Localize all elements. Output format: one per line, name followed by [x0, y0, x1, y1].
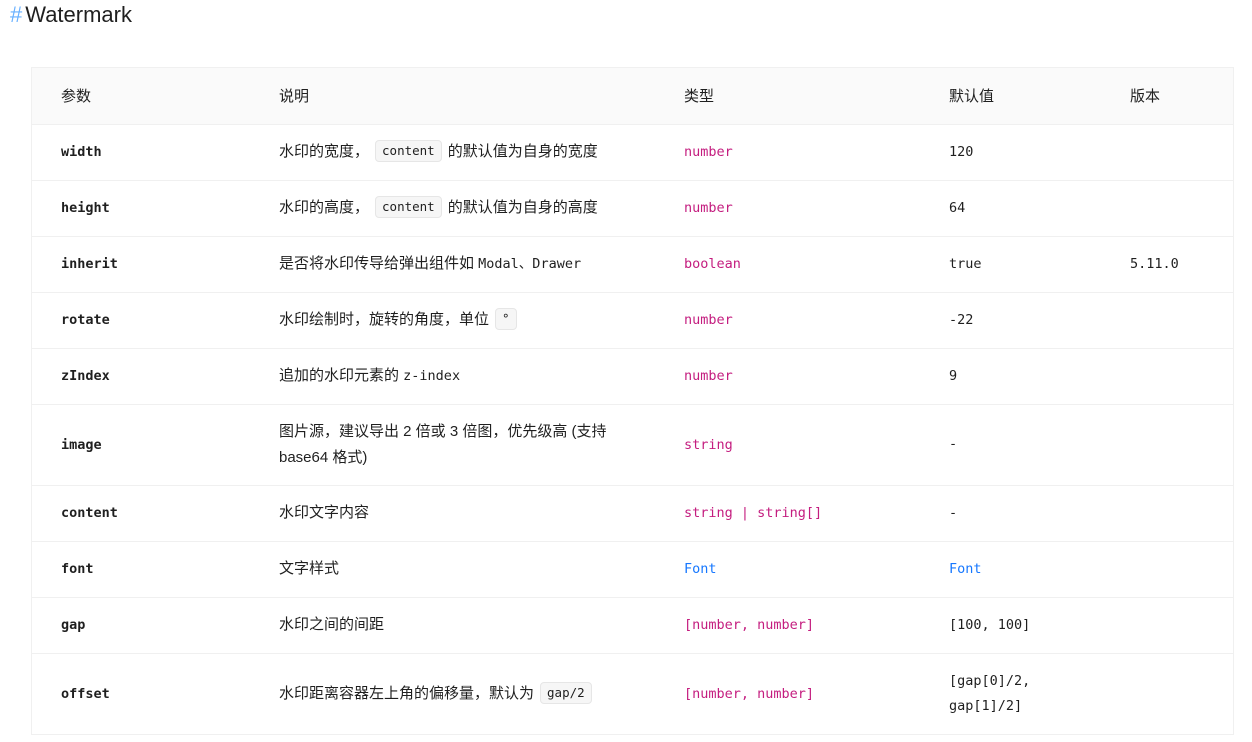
- default-cell: -: [940, 485, 1121, 542]
- default-cell: [100, 100]: [940, 597, 1121, 654]
- desc-text: 图片源，建议导出 2 倍或 3 倍图，优先级高 (支持 base64 格式): [279, 422, 607, 466]
- desc-text: 水印之间的间距: [279, 616, 385, 633]
- desc-text: 水印的高度，: [279, 199, 370, 216]
- version-cell: [1121, 124, 1233, 181]
- param-cell: image: [32, 404, 248, 486]
- font-default-link[interactable]: Font: [949, 561, 982, 577]
- version-cell: [1121, 597, 1233, 654]
- header-type: 类型: [675, 68, 940, 125]
- desc-text: 水印距离容器左上角的偏移量，默认为: [279, 684, 535, 702]
- table-row: height 水印的高度， content 的默认值为自身的高度 number 64: [32, 180, 1233, 237]
- desc-text: 水印文字内容: [279, 504, 370, 521]
- type-cell: number: [675, 180, 940, 237]
- desc-text: 水印绘制时，旋转的角度，单位: [279, 311, 490, 328]
- default-cell: 120: [940, 124, 1121, 181]
- desc-cell: 追加的水印元素的 z-index: [248, 348, 675, 405]
- param-cell: zIndex: [32, 348, 248, 405]
- api-table: 参数 说明 类型 默认值 版本 width 水印的宽度， content 的默认值为…: [31, 67, 1234, 735]
- table-header-row: 参数 说明 类型 默认值 版本: [32, 68, 1233, 125]
- default-cell: 9: [940, 348, 1121, 405]
- heading-anchor-link[interactable]: #: [10, 2, 22, 27]
- type-cell: Font: [675, 541, 940, 598]
- desc-cell: 水印的宽度， content 的默认值为自身的宽度: [248, 124, 675, 181]
- type-cell: number: [675, 124, 940, 181]
- param-cell: gap: [32, 597, 248, 654]
- header-default: 默认值: [940, 68, 1121, 125]
- param-cell: inherit: [32, 236, 248, 293]
- table-row: gap 水印之间的间距 [number, number] [100, 100]: [32, 597, 1233, 654]
- param-cell: font: [32, 541, 248, 598]
- section-heading: # Watermark: [10, 2, 132, 28]
- version-cell: [1121, 180, 1233, 237]
- desc-text: 是否将水印传导给弹出组件如: [279, 255, 479, 272]
- param-cell: offset: [32, 653, 248, 735]
- inline-code: content: [375, 196, 442, 218]
- desc-mono-text: z-index: [403, 368, 461, 384]
- desc-cell: 水印绘制时，旋转的角度，单位 °: [248, 292, 675, 349]
- type-cell: [number, number]: [675, 597, 940, 654]
- type-cell: string: [675, 404, 940, 486]
- default-cell: -: [940, 404, 1121, 486]
- header-param: 参数: [32, 68, 248, 125]
- desc-text: 的默认值为自身的高度: [447, 199, 598, 216]
- table-row: rotate 水印绘制时，旋转的角度，单位 ° number -22: [32, 292, 1233, 349]
- desc-cell: 文字样式: [248, 541, 675, 598]
- default-cell: true: [940, 236, 1121, 293]
- type-cell: [number, number]: [675, 653, 940, 735]
- param-cell: rotate: [32, 292, 248, 349]
- desc-mono-text: Modal、Drawer: [478, 256, 582, 272]
- inline-code: °: [495, 308, 517, 330]
- version-cell: [1121, 653, 1233, 735]
- desc-cell: 图片源，建议导出 2 倍或 3 倍图，优先级高 (支持 base64 格式): [248, 404, 675, 486]
- type-cell: boolean: [675, 236, 940, 293]
- inline-code: gap/2: [540, 681, 592, 704]
- font-type-link[interactable]: Font: [684, 561, 717, 577]
- desc-text: 追加的水印元素的: [279, 367, 404, 384]
- table-row: font 文字样式 Font Font: [32, 541, 1233, 598]
- type-cell: number: [675, 292, 940, 349]
- table-row: inherit 是否将水印传导给弹出组件如 Modal、Drawer boole…: [32, 236, 1233, 293]
- desc-cell: 是否将水印传导给弹出组件如 Modal、Drawer: [248, 236, 675, 293]
- default-cell: [gap[0]/2, gap[1]/2]: [940, 653, 1121, 735]
- table-row: offset 水印距离容器左上角的偏移量，默认为 gap/2 [number, n…: [32, 653, 1233, 735]
- version-cell: [1121, 404, 1233, 486]
- default-cell: 64: [940, 180, 1121, 237]
- header-desc: 说明: [248, 68, 675, 125]
- table-row: content 水印文字内容 string | string[] -: [32, 485, 1233, 542]
- default-line: gap[1]/2]: [949, 697, 1023, 714]
- version-cell: [1121, 292, 1233, 349]
- desc-text: 文字样式: [279, 560, 340, 577]
- table-row: image 图片源，建议导出 2 倍或 3 倍图，优先级高 (支持 base64…: [32, 404, 1233, 486]
- table-row: zIndex 追加的水印元素的 z-index number 9: [32, 348, 1233, 405]
- header-version: 版本: [1121, 68, 1233, 125]
- heading-title: Watermark: [25, 2, 132, 27]
- version-cell: [1121, 541, 1233, 598]
- default-cell: Font: [940, 541, 1121, 598]
- desc-text: 水印的宽度，: [279, 143, 370, 160]
- version-cell: [1121, 348, 1233, 405]
- table-row: width 水印的宽度， content 的默认值为自身的宽度 number 120: [32, 124, 1233, 181]
- param-cell: width: [32, 124, 248, 181]
- inline-code: content: [375, 140, 442, 162]
- version-cell: [1121, 485, 1233, 542]
- type-cell: string | string[]: [675, 485, 940, 542]
- desc-cell: 水印距离容器左上角的偏移量，默认为 gap/2: [248, 653, 675, 735]
- type-cell: number: [675, 348, 940, 405]
- version-cell: 5.11.0: [1121, 236, 1233, 293]
- default-cell: -22: [940, 292, 1121, 349]
- default-line: [gap[0]/2,: [949, 672, 1031, 689]
- desc-text: 的默认值为自身的宽度: [447, 143, 598, 160]
- param-cell: height: [32, 180, 248, 237]
- desc-cell: 水印文字内容: [248, 485, 675, 542]
- desc-cell: 水印的高度， content 的默认值为自身的高度: [248, 180, 675, 237]
- param-cell: content: [32, 485, 248, 542]
- desc-cell: 水印之间的间距: [248, 597, 675, 654]
